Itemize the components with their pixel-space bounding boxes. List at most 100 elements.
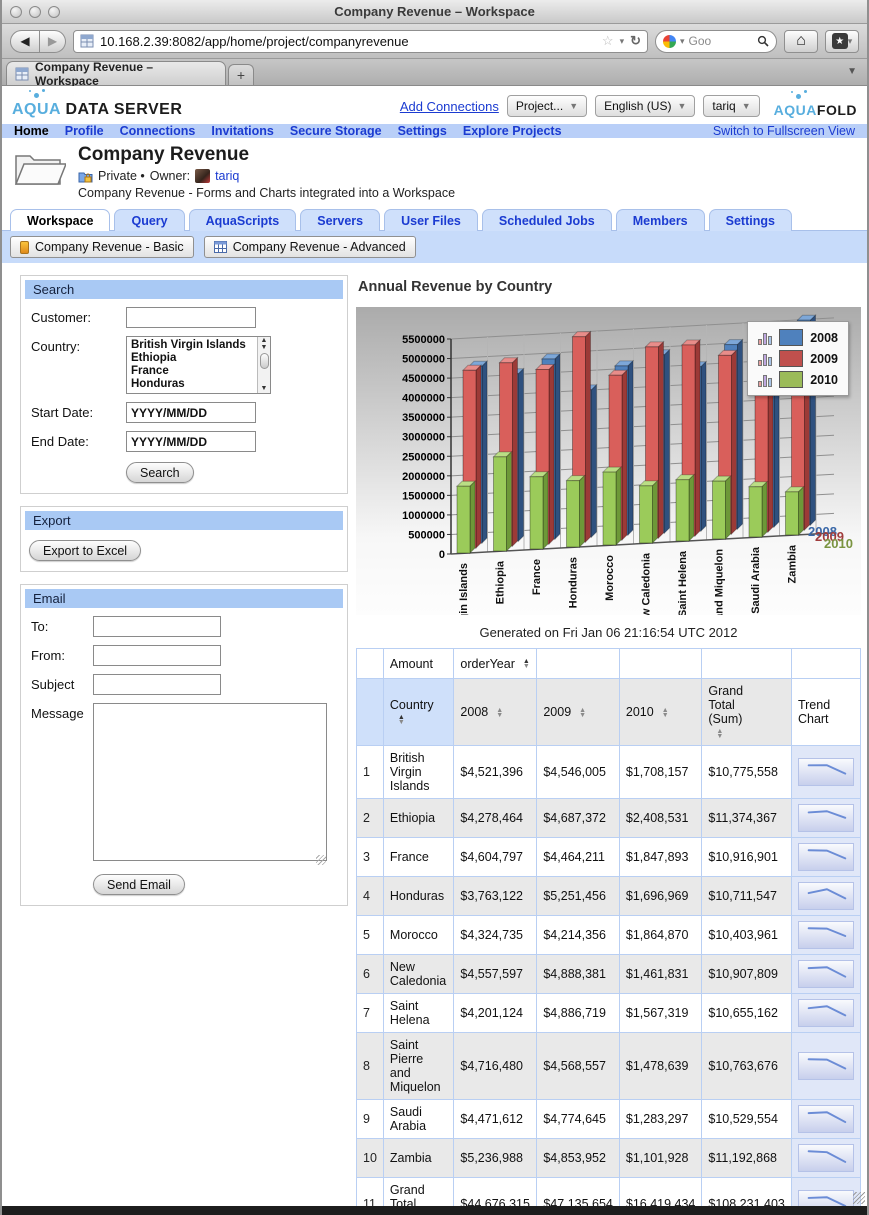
country-options[interactable]: British Virgin Islands Ethiopia France Hond… [127,337,257,393]
header-2010[interactable]: 2010 ▲ ▼ [618,678,703,746]
browser-tab[interactable]: Company Revenue – Workspace [6,60,226,88]
site-header: AQUA DATA SERVER Add Connections Project… [2,86,867,124]
workspace-basic-button[interactable]: Company Revenue - Basic [10,236,194,258]
nav-item-connections[interactable]: Connections [120,124,196,138]
sort-icon[interactable]: ▲ ▼ [716,728,723,740]
magnifier-icon[interactable] [757,35,769,47]
country-option[interactable]: Ethiopia [131,352,253,365]
tab-user-files[interactable]: User Files [384,209,478,231]
user-dropdown[interactable]: tariq ▼ [703,95,760,117]
sort-icon[interactable]: ▲ ▼ [398,714,405,726]
header-2008[interactable]: 2008 ▲ ▼ [453,678,538,746]
home-button[interactable]: ⌂ [784,29,818,53]
table-row: 11Grand Total (Sum)$44,676,315$47,135,65… [356,1177,862,1206]
header-orderyear[interactable]: orderYear ▲ ▼ [453,648,538,679]
list-tabs-icon[interactable]: ▼ [847,66,857,77]
trend-chart-cell[interactable] [790,876,862,916]
trend-sparkline[interactable] [797,999,854,1027]
tab-settings[interactable]: Settings [708,209,792,231]
to-input[interactable] [93,616,221,637]
search-button[interactable]: Search [126,462,194,483]
country-option[interactable]: British Virgin Islands [131,339,253,352]
nav-item-settings[interactable]: Settings [398,124,447,138]
trend-sparkline[interactable] [797,921,854,949]
url-dropdown-icon[interactable]: ▾ [620,36,625,47]
trend-chart-cell[interactable] [790,837,862,877]
send-email-button[interactable]: Send Email [93,874,185,895]
nav-item-explore-projects[interactable]: Explore Projects [463,124,562,138]
trend-chart-cell[interactable] [790,915,862,955]
from-input[interactable] [93,645,221,666]
scroll-down-icon[interactable]: ▼ [261,344,268,351]
language-dropdown[interactable]: English (US) ▼ [595,95,696,117]
workspace-advanced-button[interactable]: Company Revenue - Advanced [203,236,416,258]
resize-grip-icon[interactable] [316,855,326,865]
tab-members[interactable]: Members [615,209,705,231]
header-2009[interactable]: 2009 ▲ ▼ [536,678,620,746]
trend-sparkline[interactable] [797,1052,854,1080]
trend-chart-cell[interactable] [790,745,862,799]
nav-item-home[interactable]: Home [14,124,49,138]
trend-chart-cell[interactable] [790,1032,862,1100]
sort-icon[interactable]: ▲ ▼ [523,658,530,670]
scroll-up-icon[interactable]: ▲ [261,337,268,344]
tab-query[interactable]: Query [114,209,185,231]
fullscreen-view-link[interactable]: Switch to Fullscreen View [713,124,855,138]
header-grand-total[interactable]: Grand Total (Sum) ▲ ▼ [701,678,792,746]
bookmarks-button[interactable]: ★ ▾ [825,29,859,53]
trend-sparkline[interactable] [797,882,854,910]
tab-workspace[interactable]: Workspace [10,209,111,231]
trend-chart-cell[interactable] [790,1099,862,1139]
trend-sparkline[interactable] [797,1144,854,1172]
project-dropdown[interactable]: Project... ▼ [506,95,588,117]
trend-sparkline[interactable] [797,1105,854,1133]
bookmark-star-icon[interactable]: ☆ [602,33,614,49]
back-button[interactable]: ◀ [10,29,40,53]
nav-item-invitations[interactable]: Invitations [211,124,274,138]
reload-icon[interactable]: ↻ [630,33,641,49]
customer-input[interactable] [126,307,256,328]
trend-sparkline[interactable] [797,960,854,988]
trend-sparkline[interactable] [797,1190,854,1206]
browser-window: Company Revenue – Workspace ◀ ▶ 10.168.2… [0,0,869,1215]
sort-icon[interactable]: ▲ ▼ [496,707,503,719]
scroll-down-icon[interactable]: ▼ [261,385,268,392]
window-resize-grip[interactable] [853,1192,865,1204]
url-bar[interactable]: 10.168.2.39:8082/app/home/project/compan… [73,29,648,53]
trend-sparkline[interactable] [797,804,854,832]
trend-chart-cell[interactable] [790,954,862,994]
country-option[interactable]: Honduras [131,378,253,391]
legend-swatch [779,329,804,346]
country-option[interactable]: France [131,365,253,378]
trend-chart-cell[interactable] [790,798,862,838]
message-textarea[interactable] [93,703,327,861]
trend-chart-cell[interactable] [790,993,862,1033]
country-listbox[interactable]: British Virgin Islands Ethiopia France Hond… [126,336,271,394]
trend-sparkline[interactable] [797,843,854,871]
subject-input[interactable] [93,674,221,695]
url-text[interactable]: 10.168.2.39:8082/app/home/project/compan… [100,34,596,49]
tab-scheduled-jobs[interactable]: Scheduled Jobs [481,209,612,231]
search-engine-dropdown-icon[interactable]: ▾ [680,36,685,47]
sort-icon[interactable]: ▲ ▼ [662,707,669,719]
search-engine-text[interactable]: Goo [689,34,753,48]
scrollbar-thumb[interactable] [259,353,269,369]
trend-sparkline[interactable] [797,758,854,786]
nav-item-secure-storage[interactable]: Secure Storage [290,124,382,138]
listbox-scrollbar[interactable]: ▲ ▼ ▼ [257,337,270,393]
tab-servers[interactable]: Servers [300,209,381,231]
forward-button[interactable]: ▶ [40,29,66,53]
search-box[interactable]: ▾ Goo [655,29,777,53]
owner-link[interactable]: tariq [215,169,239,183]
end-date-input[interactable] [126,431,256,452]
trend-chart-cell[interactable] [790,1138,862,1178]
nav-item-profile[interactable]: Profile [65,124,104,138]
header-country[interactable]: Country ▲ ▼ [382,678,455,746]
sort-icon[interactable]: ▲ ▼ [579,707,586,719]
add-connections-link[interactable]: Add Connections [400,99,499,114]
tab-aquascripts[interactable]: AquaScripts [188,209,297,231]
trend-chart-cell[interactable] [790,1177,862,1206]
export-to-excel-button[interactable]: Export to Excel [29,540,142,561]
new-tab-button[interactable]: + [228,64,254,85]
start-date-input[interactable] [126,402,256,423]
